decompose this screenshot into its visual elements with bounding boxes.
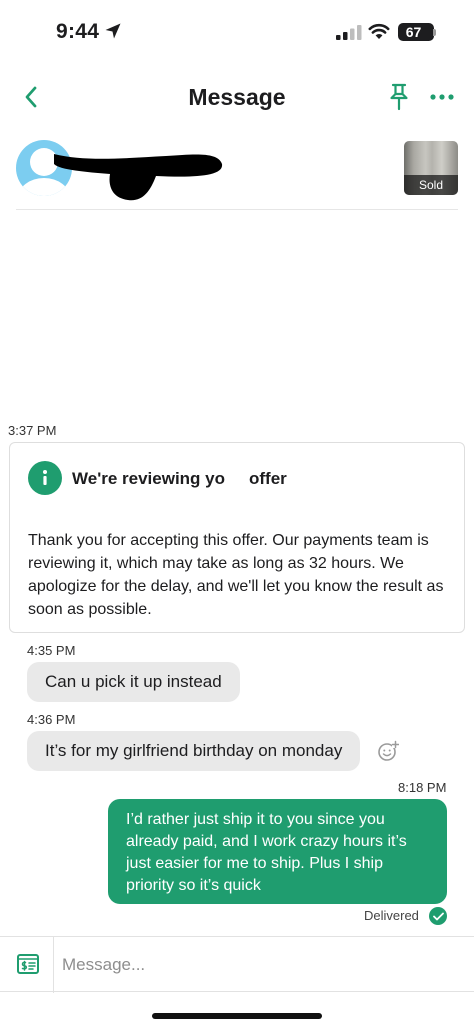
outgoing-message[interactable]: I’d rather just ship it to you since you…	[108, 799, 447, 904]
system-message-card: We're reviewing yo offer Thank you for ac…	[9, 442, 465, 633]
sold-badge: Sold	[404, 175, 458, 195]
message-timestamp: 8:18 PM	[398, 780, 447, 795]
message-timestamp: 3:37 PM	[8, 423, 57, 438]
message-timestamp: 4:35 PM	[27, 643, 76, 658]
redaction-mark	[54, 154, 223, 201]
signal-icon	[336, 25, 362, 40]
status-bar: 9:44 67	[0, 0, 474, 64]
system-message-title: We're reviewing yo offer	[72, 469, 287, 489]
delivery-status: Delivered	[364, 908, 419, 923]
conversation-header[interactable]: Sold	[16, 134, 458, 210]
incoming-message[interactable]: It’s for my girlfriend birthday on monda…	[27, 731, 361, 771]
message-input[interactable]	[62, 947, 458, 983]
system-message-body: Thank you for accepting this offer. Our …	[28, 532, 444, 618]
pin-icon[interactable]	[386, 82, 412, 112]
message-composer	[0, 936, 474, 993]
check-icon	[429, 907, 447, 925]
make-offer-icon[interactable]	[16, 951, 40, 977]
message-timestamp: 4:36 PM	[27, 712, 76, 727]
incoming-message[interactable]: Can u pick it up instead	[27, 662, 240, 702]
battery-nub	[433, 29, 436, 36]
status-time: 9:44	[56, 20, 100, 43]
system-title-left: We're reviewing yo	[72, 469, 226, 488]
system-title-right: offer	[249, 469, 287, 488]
nav-header: Message	[0, 64, 474, 130]
battery-level: 67	[405, 24, 422, 40]
more-icon[interactable]	[428, 88, 456, 106]
home-indicator	[152, 1013, 322, 1019]
battery-icon: 67	[398, 23, 434, 41]
composer-divider	[53, 937, 54, 993]
wifi-icon	[368, 23, 390, 39]
add-reaction-icon[interactable]	[377, 740, 399, 762]
location-arrow-icon	[105, 23, 121, 39]
info-icon	[28, 461, 62, 495]
item-thumbnail[interactable]: Sold	[404, 141, 458, 195]
